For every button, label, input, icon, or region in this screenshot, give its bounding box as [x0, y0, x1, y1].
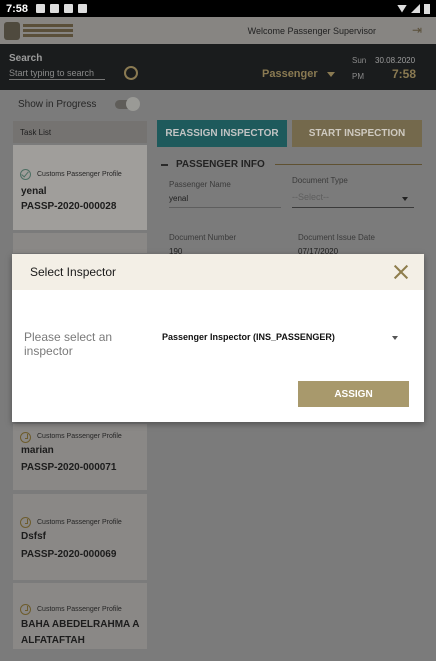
task-item[interactable]: Customs Passenger Profile yenal PASSP-20… — [13, 145, 147, 230]
task-id: PASSP-2020-000069 — [21, 549, 117, 560]
check-circle-icon — [20, 169, 31, 180]
download-icon — [50, 4, 60, 13]
search-label: Search — [9, 53, 43, 64]
sdcard-icon — [78, 4, 88, 13]
welcome-text: Welcome Passenger Supervisor — [247, 25, 376, 36]
document-number-label: Document Number — [169, 233, 237, 242]
task-item[interactable]: Customs Passenger Profile marian PASSP-2… — [13, 424, 147, 490]
select-inspector-dialog: Select Inspector Please select an inspec… — [12, 254, 424, 422]
dialog-title: Select Inspector — [30, 265, 117, 279]
task-id: PASSP-2020-000028 — [21, 201, 117, 212]
clock-icon — [20, 604, 31, 615]
task-type: Customs Passenger Profile — [37, 606, 122, 613]
passenger-name-field[interactable]: yenal — [169, 194, 281, 208]
dialog-header: Select Inspector — [12, 254, 424, 290]
show-in-progress-row: Show in Progress — [18, 97, 141, 111]
task-name: Dsfsf — [21, 531, 47, 542]
chevron-down-icon[interactable] — [327, 72, 335, 77]
search-icon[interactable] — [124, 66, 138, 80]
passenger-name-label: Passenger Name — [169, 180, 231, 189]
start-inspection-button[interactable]: START INSPECTION — [292, 120, 422, 147]
clock-icon — [20, 517, 31, 528]
app-header: Welcome Passenger Supervisor ⇥ — [0, 17, 436, 44]
task-item[interactable] — [13, 233, 147, 253]
inspector-select[interactable]: Passenger Inspector (INS_PASSENGER) — [162, 332, 402, 348]
search-input[interactable] — [9, 66, 105, 80]
task-name: BAHA ABEDELRAHMA A ALFATAFTAH — [21, 619, 140, 646]
close-icon[interactable] — [392, 263, 410, 281]
clock-label: 7:58 — [392, 67, 417, 81]
task-type: Customs Passenger Profile — [37, 171, 122, 178]
status-time: 7:58 — [6, 2, 29, 15]
ampm-label: PM — [352, 72, 364, 81]
battery-icon — [424, 3, 430, 14]
logout-icon[interactable]: ⇥ — [412, 24, 426, 36]
app-icon — [64, 4, 74, 13]
notification-icon — [36, 4, 46, 13]
task-name: yenal — [21, 186, 47, 197]
task-type: Customs Passenger Profile — [37, 519, 122, 526]
day-label: Sun — [352, 56, 367, 65]
task-item[interactable]: Customs Passenger Profile Dsfsf PASSP-20… — [13, 494, 147, 580]
passenger-info-title: PASSENGER INFO — [176, 159, 265, 170]
task-id: PASSP-2020-000071 — [21, 462, 117, 473]
reassign-inspector-button[interactable]: REASSIGN INSPECTOR — [157, 120, 287, 147]
inspector-prompt: Please select an inspector — [24, 330, 113, 358]
passenger-info-section-title: PASSENGER INFO — [161, 159, 422, 170]
task-item[interactable]: Customs Passenger Profile BAHA ABEDELRAH… — [13, 583, 147, 649]
emblem-icon — [4, 21, 20, 40]
customs-logo — [4, 20, 76, 42]
search-banner: Search Passenger Sun 30.08.2020 PM 7:58 — [0, 44, 436, 90]
chevron-down-icon — [402, 197, 408, 201]
document-type-value: --Select-- — [292, 192, 330, 202]
assign-button[interactable]: ASSIGN — [298, 381, 409, 407]
signal-icon — [411, 4, 420, 13]
status-bar: 7:58 — [0, 0, 436, 17]
document-type-label: Document Type — [292, 176, 348, 185]
clock-icon — [20, 432, 31, 443]
wifi-icon — [397, 4, 407, 13]
category-filter[interactable]: Passenger — [262, 68, 318, 80]
collapse-icon[interactable] — [161, 163, 168, 166]
show-in-progress-toggle[interactable] — [115, 97, 141, 111]
task-type: Customs Passenger Profile — [37, 433, 122, 440]
chevron-down-icon — [392, 336, 398, 340]
document-issue-date-label: Document Issue Date — [298, 233, 375, 242]
document-type-select[interactable]: --Select-- — [292, 192, 414, 208]
task-list-header: Task List — [13, 121, 147, 143]
task-name: marian — [21, 445, 54, 456]
inspector-select-value: Passenger Inspector (INS_PASSENGER) — [162, 332, 335, 342]
show-in-progress-label: Show in Progress — [18, 99, 97, 110]
date-label: 30.08.2020 — [375, 56, 416, 65]
